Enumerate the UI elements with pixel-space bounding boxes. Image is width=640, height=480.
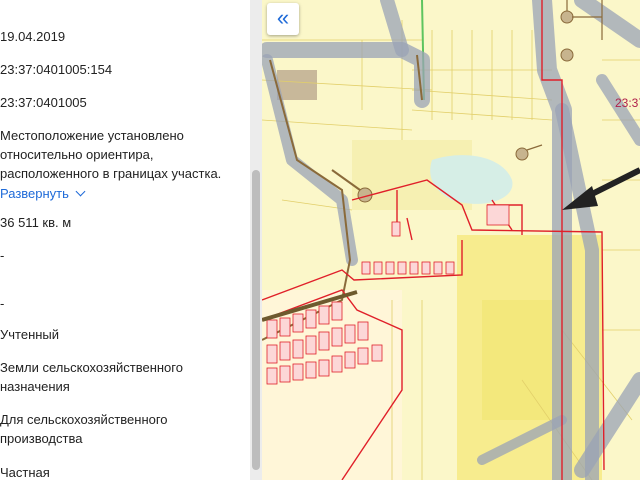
panel-scrollbar[interactable] bbox=[250, 0, 262, 480]
collapse-panel-button[interactable]: « bbox=[267, 3, 299, 35]
expand-link[interactable]: Развернуть bbox=[0, 184, 86, 203]
land-category: Земли сельскохозяйственного назначения bbox=[0, 360, 183, 394]
double-chevron-left-icon[interactable]: « bbox=[277, 5, 289, 30]
empty-value-2: - bbox=[0, 296, 5, 311]
cadastral-map[interactable]: 23:37 bbox=[262, 0, 640, 480]
cadastral-number: 23:37:0401005:154 bbox=[0, 62, 113, 77]
date-value: 19.04.2019 bbox=[0, 29, 66, 44]
expand-label[interactable]: Развернуть bbox=[0, 186, 69, 201]
building-footprint bbox=[277, 70, 317, 100]
cadastral-block: 23:37:0401005 bbox=[0, 95, 87, 110]
chevron-down-icon[interactable] bbox=[75, 186, 86, 197]
map-block-label: 23:37 bbox=[615, 96, 640, 110]
empty-value-1: - bbox=[0, 248, 5, 263]
ownership-type: Частная bbox=[0, 465, 50, 480]
area-value: 36 511 кв. м bbox=[0, 215, 72, 230]
scrollbar-thumb[interactable] bbox=[252, 170, 260, 470]
permitted-use: Для сельскохозяйственного производства bbox=[0, 412, 168, 446]
location-text: Местоположение установлено относительно … bbox=[0, 128, 222, 181]
info-panel: 19.04.2019 23:37:0401005:154 23:37:04010… bbox=[0, 0, 250, 480]
status-value: Учтенный bbox=[0, 327, 60, 342]
map-canvas[interactable] bbox=[262, 0, 640, 480]
